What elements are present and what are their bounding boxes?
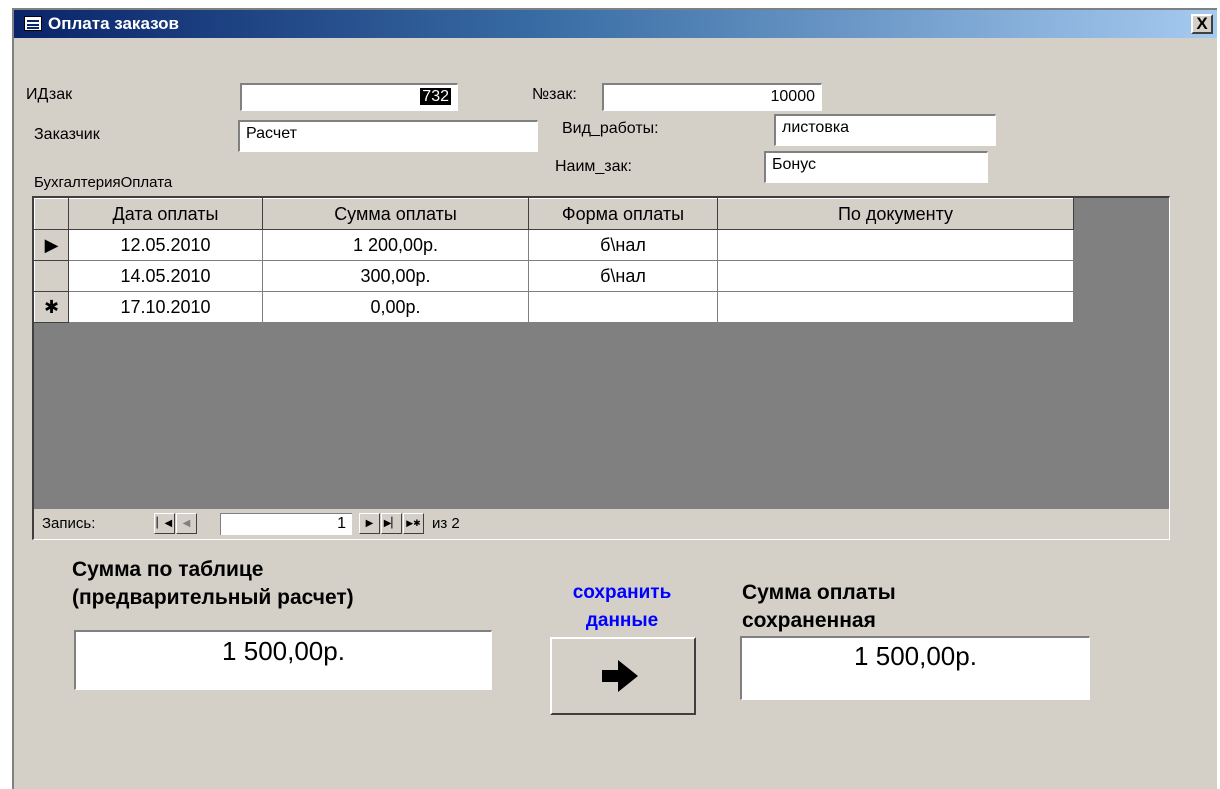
window-title: Оплата заказов <box>48 14 179 33</box>
new-record-icon[interactable]: ▶✱ <box>403 513 424 534</box>
row-selector-header[interactable] <box>34 198 69 230</box>
table-row[interactable]: 14.05.2010 300,00р. б\нал <box>34 260 1074 292</box>
record-number-input[interactable]: 1 <box>220 513 352 535</box>
table-row[interactable]: ▶ 12.05.2010 1 200,00р. б\нал <box>34 229 1074 261</box>
num-zak-field[interactable]: 10000 <box>602 83 822 111</box>
save-data-label: сохранить данные <box>572 582 672 631</box>
table-header-row: Дата оплаты Сумма оплаты Форма оплаты По… <box>34 198 1074 230</box>
title-bar: Оплата заказов X <box>14 10 1217 38</box>
save-button[interactable] <box>550 637 696 715</box>
close-button[interactable]: X <box>1191 14 1213 34</box>
column-header-document[interactable]: По документу <box>717 198 1074 230</box>
id-zak-value: 732 <box>420 88 451 105</box>
subform-label: БухгалтерияОплата <box>34 174 173 191</box>
cell-date[interactable]: 14.05.2010 <box>68 260 263 292</box>
arrow-right-icon <box>602 660 638 692</box>
last-record-icon[interactable]: ▶▏ <box>381 513 402 534</box>
cell-document[interactable] <box>717 229 1074 261</box>
work-type-label: Вид_работы: <box>562 120 659 137</box>
cell-date[interactable]: 17.10.2010 <box>68 291 263 323</box>
row-selector[interactable] <box>34 260 69 292</box>
cell-amount[interactable]: 0,00р. <box>262 291 529 323</box>
id-zak-field[interactable]: 732 <box>240 83 458 111</box>
cell-document[interactable] <box>717 260 1074 292</box>
cell-document[interactable] <box>717 291 1074 323</box>
id-zak-label: ИДзак <box>26 86 73 103</box>
cell-amount[interactable]: 1 200,00р. <box>262 229 529 261</box>
next-record-icon[interactable]: ▶ <box>359 513 380 534</box>
table-row[interactable]: ✱ 17.10.2010 0,00р. <box>34 291 1074 323</box>
first-record-icon[interactable]: ▏◀ <box>154 513 175 534</box>
cell-form[interactable]: б\нал <box>528 229 718 261</box>
record-navigator: Запись: ▏◀ ◀ 1 ▶ ▶▏ ▶✱ из 2 <box>34 509 1169 539</box>
form-window: Оплата заказов X ИДзак 732 №зак: 10000 З… <box>12 8 1217 789</box>
customer-label: Заказчик <box>34 126 100 143</box>
name-label: Наим_зак: <box>555 158 632 175</box>
new-record-icon[interactable]: ✱ <box>34 291 69 323</box>
num-zak-label: №зак: <box>532 86 577 103</box>
customer-field[interactable]: Расчет <box>238 120 538 152</box>
form-icon <box>24 16 42 31</box>
payments-table: Дата оплаты Сумма оплаты Форма оплаты По… <box>34 198 1074 323</box>
record-label: Запись: <box>42 515 96 532</box>
payments-subform: Дата оплаты Сумма оплаты Форма оплаты По… <box>32 196 1170 540</box>
cell-date[interactable]: 12.05.2010 <box>68 229 263 261</box>
cell-form[interactable] <box>528 291 718 323</box>
cell-form[interactable]: б\нал <box>528 260 718 292</box>
current-record-icon[interactable]: ▶ <box>34 229 69 261</box>
work-type-field[interactable]: листовка <box>774 114 996 146</box>
table-sum-field: 1 500,00р. <box>74 630 492 690</box>
record-count: из 2 <box>432 515 460 532</box>
column-header-form[interactable]: Форма оплаты <box>528 198 718 230</box>
cell-amount[interactable]: 300,00р. <box>262 260 529 292</box>
saved-sum-label: Сумма оплаты сохраненная <box>742 581 896 632</box>
column-header-amount[interactable]: Сумма оплаты <box>262 198 529 230</box>
prev-record-icon[interactable]: ◀ <box>176 513 197 534</box>
column-header-date[interactable]: Дата оплаты <box>68 198 263 230</box>
saved-sum-field: 1 500,00р. <box>740 636 1090 700</box>
name-field[interactable]: Бонус <box>764 151 988 183</box>
table-sum-label: Сумма по таблице (предварительный расчет… <box>72 558 354 609</box>
